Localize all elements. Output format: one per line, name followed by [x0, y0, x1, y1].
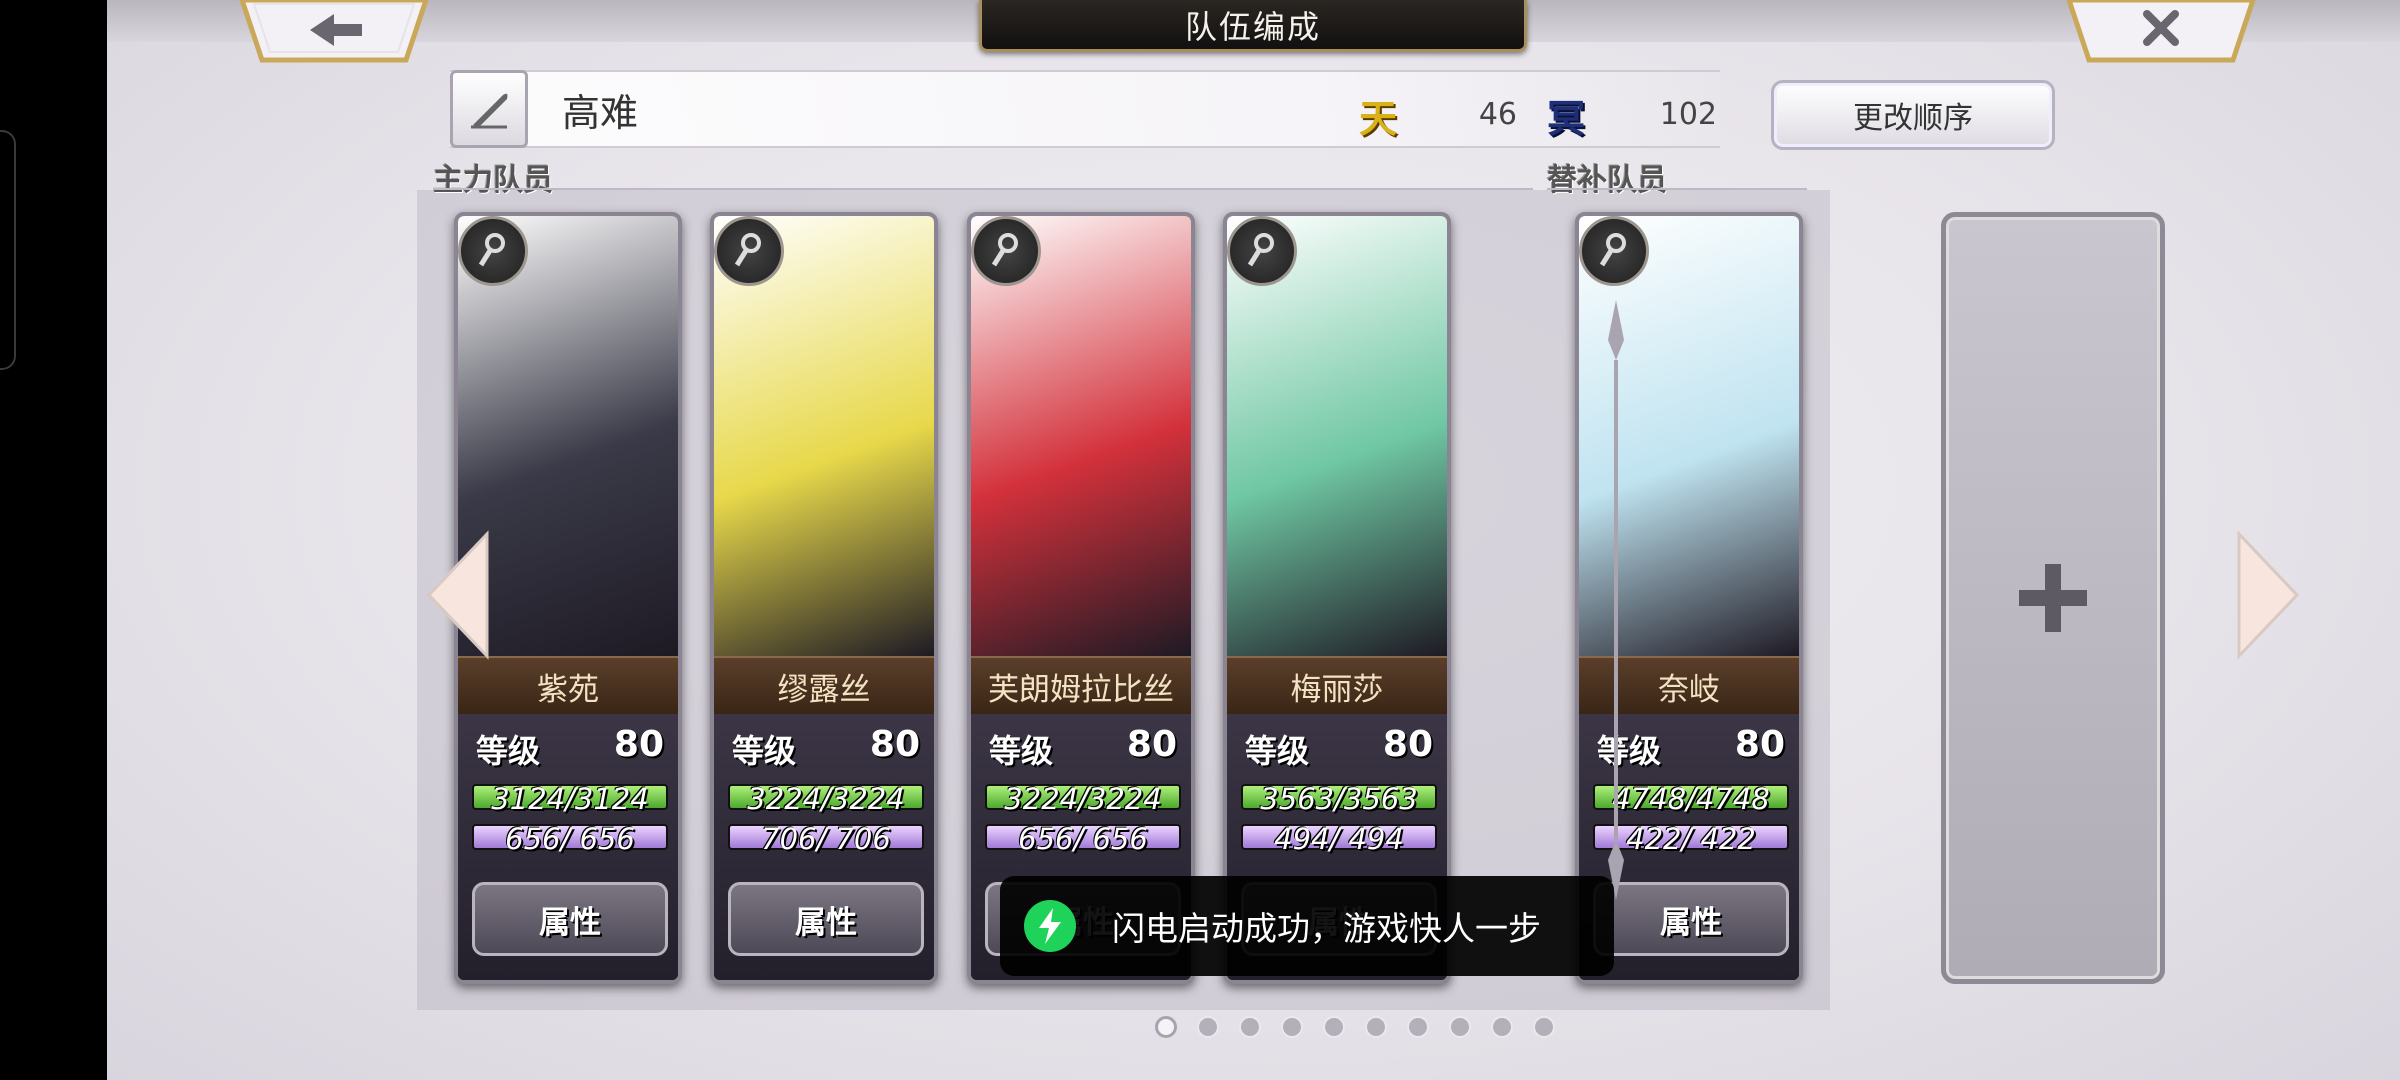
page-dot[interactable]	[1533, 1016, 1555, 1038]
hp-bar: 3563/3563	[1241, 782, 1437, 816]
add-member-slot[interactable]	[1941, 212, 2165, 984]
device-bezel	[0, 0, 107, 1080]
key-icon	[971, 216, 1041, 286]
edit-party-name-button[interactable]	[450, 70, 528, 148]
party-name: 高难	[562, 91, 639, 135]
main-members-label: 主力队员	[433, 163, 553, 198]
level-label: 等级	[732, 732, 797, 770]
member-name: 缪露丝	[714, 656, 934, 714]
team-divider	[1608, 300, 1624, 900]
heaven-icon: 天	[1359, 97, 1398, 141]
device-notch	[0, 130, 16, 370]
level-value: 80	[613, 724, 664, 765]
hp-text: 3563/3563	[1260, 782, 1418, 816]
mp-text: 656/ 656	[1018, 822, 1148, 856]
hell-count: 102	[1659, 97, 1717, 132]
reserve-members-label: 替补队员	[1547, 163, 1667, 198]
hp-text: 3124/3124	[491, 782, 649, 816]
level-value: 80	[1126, 724, 1177, 765]
hp-text: 3224/3224	[1004, 782, 1162, 816]
member-name: 芙朗姆拉比丝	[971, 656, 1191, 714]
member-card[interactable]: 芙朗姆拉比丝 等级 80 3224/3224 656/ 656 属性	[967, 212, 1195, 984]
level-label: 等级	[476, 732, 541, 770]
level-label: 等级	[989, 732, 1054, 770]
hp-text: 3224/3224	[747, 782, 905, 816]
hp-bar: 3224/3224	[728, 782, 924, 816]
level-value: 80	[869, 724, 920, 765]
level-value: 80	[1734, 724, 1785, 765]
pagination-dots	[1155, 1016, 1555, 1038]
page-dot[interactable]	[1197, 1016, 1219, 1038]
toast-notification: 闪电启动成功，游戏快人一步	[1000, 876, 1614, 976]
level-label: 等级	[1245, 732, 1310, 770]
key-icon	[1579, 216, 1649, 286]
member-card[interactable]: 缪露丝 等级 80 3224/3224 706/ 706 属性	[710, 212, 938, 984]
quill-icon	[471, 93, 508, 129]
page-dot[interactable]	[1281, 1016, 1303, 1038]
sword-icon	[1227, 216, 1297, 286]
game-screen: 队伍编成 高难 天 46 冥 102 更改顺序 主力队员 替补队员 紫苑 等级 …	[107, 0, 2400, 1080]
next-page-arrow[interactable]	[2233, 530, 2303, 660]
back-icon	[239, 0, 429, 63]
screen-title: 队伍编成	[979, 0, 1527, 52]
mp-bar: 494/ 494	[1241, 822, 1437, 856]
page-dot[interactable]	[1449, 1016, 1471, 1038]
key-icon	[714, 216, 784, 286]
page-dot[interactable]	[1365, 1016, 1387, 1038]
screen-title-text: 队伍编成	[1184, 7, 1321, 46]
member-card[interactable]: 梅丽莎 等级 80 3563/3563 494/ 494 属性	[1223, 212, 1451, 984]
mp-bar: 656/ 656	[985, 822, 1181, 856]
lightning-icon	[1024, 900, 1076, 952]
page-dot[interactable]	[1407, 1016, 1429, 1038]
key-icon	[458, 216, 528, 286]
hell-icon: 冥	[1547, 97, 1586, 141]
mp-bar: 656/ 656	[472, 822, 668, 856]
member-name: 紫苑	[458, 656, 678, 714]
member-name: 梅丽莎	[1227, 656, 1447, 714]
hp-bar: 3224/3224	[985, 782, 1181, 816]
party-name-bar	[450, 70, 1720, 148]
mp-text: 494/ 494	[1274, 822, 1404, 856]
page-dot[interactable]	[1323, 1016, 1345, 1038]
hp-bar: 3124/3124	[472, 782, 668, 816]
prev-page-arrow[interactable]	[423, 530, 493, 660]
toast-text: 闪电启动成功，游戏快人一步	[1112, 909, 1541, 948]
page-dot[interactable]	[1239, 1016, 1261, 1038]
close-button[interactable]	[2065, 0, 2257, 66]
back-button[interactable]	[238, 0, 430, 66]
section-divider-line	[433, 188, 1533, 190]
mp-text: 706/ 706	[761, 822, 891, 856]
plus-icon	[2019, 564, 2087, 632]
section-divider-line	[1547, 188, 1807, 190]
mp-bar: 706/ 706	[728, 822, 924, 856]
mp-text: 656/ 656	[505, 822, 635, 856]
page-dot[interactable]	[1491, 1016, 1513, 1038]
page-dot[interactable]	[1155, 1016, 1177, 1038]
reorder-button[interactable]: 更改顺序	[1771, 80, 2055, 150]
attributes-button[interactable]: 属性	[472, 882, 668, 956]
level-value: 80	[1382, 724, 1433, 765]
attributes-button[interactable]: 属性	[728, 882, 924, 956]
heaven-count: 46	[1478, 97, 1517, 132]
close-icon	[2066, 0, 2256, 63]
